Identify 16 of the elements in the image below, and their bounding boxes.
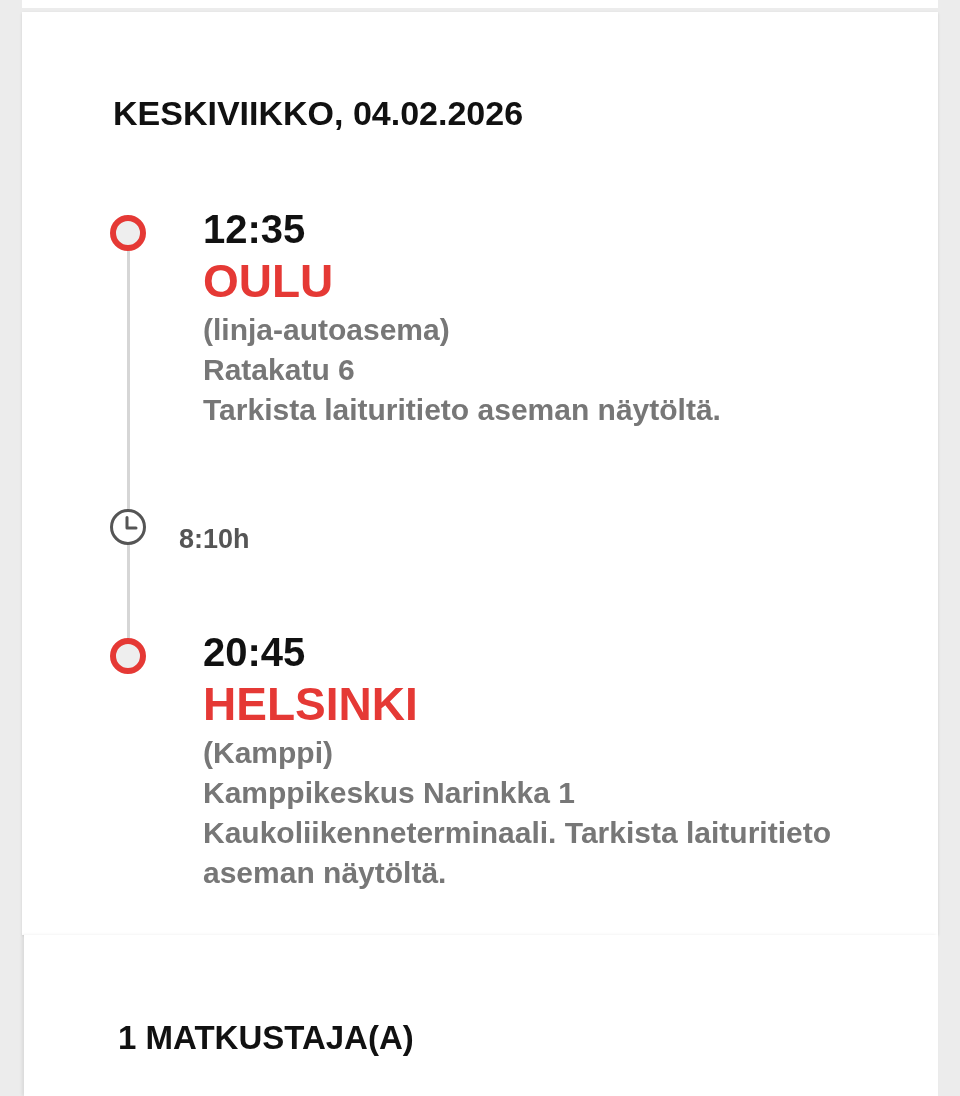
stop-marker-icon [110, 638, 146, 674]
city-name: HELSINKI [203, 677, 419, 732]
stop-time: 20:45 [203, 629, 307, 675]
station-name: (Kamppi) [203, 735, 334, 771]
street-address: Ratakatu 6 [203, 352, 356, 388]
platform-note: Kaukoliikenneterminaali. Tarkista laituritieto aseman näytöltä. [203, 815, 832, 891]
platform-note: Tarkista laituritieto aseman näytöltä. [203, 392, 722, 428]
stop-time: 12:35 [203, 206, 307, 252]
passengers-heading: 1 MATKUSTAJA(A) [118, 1018, 415, 1058]
date-heading: KESKIVIIKKO, 04.02.2026 [113, 93, 525, 133]
travel-duration: 8:10h [179, 523, 250, 556]
street-address: Kamppikeskus Narinkka 1 [203, 775, 576, 811]
clock-icon [110, 509, 146, 545]
stop-marker-icon [110, 215, 146, 251]
city-name: OULU [203, 254, 335, 309]
station-name: (linja-autoasema) [203, 312, 451, 348]
